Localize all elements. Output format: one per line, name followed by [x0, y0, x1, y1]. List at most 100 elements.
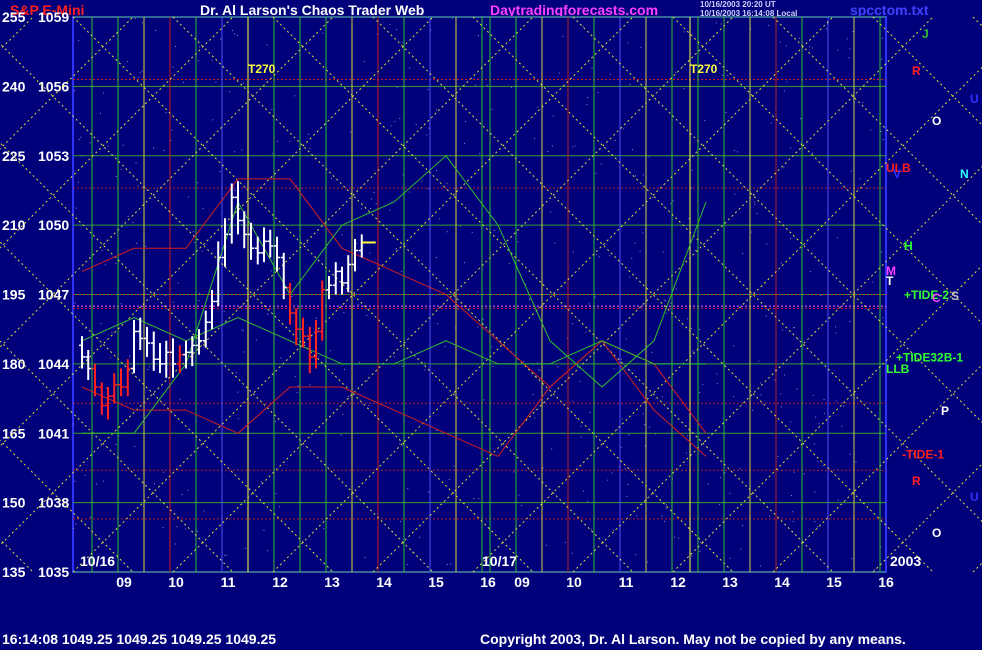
speckle: [460, 225, 462, 227]
speckle: [733, 396, 735, 398]
speckle: [241, 329, 243, 331]
speckle: [437, 323, 439, 325]
speckle: [75, 523, 77, 525]
speckle: [212, 119, 214, 121]
speckle: [664, 300, 666, 302]
quote-readout: 16:14:08 1049.25 1049.25 1049.25 1049.25: [2, 631, 277, 647]
speckle: [792, 511, 794, 513]
speckle: [394, 121, 396, 123]
speckle: [737, 151, 739, 153]
speckle: [777, 455, 779, 457]
speckle: [340, 434, 342, 436]
speckle: [774, 369, 776, 371]
speckle: [368, 404, 370, 406]
speckle: [754, 203, 756, 205]
speckle: [580, 425, 582, 427]
speckle: [835, 332, 837, 334]
speckle: [237, 35, 239, 37]
speckle: [225, 554, 227, 556]
speckle: [197, 60, 199, 62]
speckle: [534, 138, 536, 140]
speckle: [591, 67, 593, 69]
speckle: [799, 37, 801, 39]
speckle: [80, 136, 82, 138]
speckle: [627, 483, 629, 485]
speckle: [562, 35, 564, 37]
speckle: [766, 243, 768, 245]
speckle: [783, 90, 785, 92]
speckle: [401, 41, 403, 43]
speckle: [852, 30, 854, 32]
speckle: [663, 205, 665, 207]
speckle: [426, 134, 428, 136]
speckle: [419, 536, 421, 538]
speckle: [415, 124, 417, 126]
speckle: [424, 369, 426, 371]
speckle: [220, 38, 222, 40]
speckle: [289, 140, 291, 142]
speckle: [658, 102, 660, 104]
speckle: [790, 421, 792, 423]
speckle: [174, 45, 176, 47]
speckle: [355, 242, 357, 244]
price-tick-label: 1038: [38, 495, 69, 511]
speckle: [165, 112, 167, 114]
date-label: 10/16: [80, 553, 115, 569]
speckle: [202, 207, 204, 209]
speckle: [263, 529, 265, 531]
speckle: [74, 90, 76, 92]
speckle: [407, 488, 409, 490]
speckle: [260, 481, 262, 483]
time-tick-label: 13: [324, 574, 340, 590]
speckle: [733, 345, 735, 347]
speckle: [276, 140, 278, 142]
speckle: [564, 541, 566, 543]
speckle: [192, 230, 194, 232]
speckle: [271, 108, 273, 110]
planet-legend-label: P: [941, 404, 949, 418]
speckle: [818, 423, 820, 425]
speckle: [635, 175, 637, 177]
speckle: [136, 242, 138, 244]
speckle: [115, 444, 117, 446]
speckle: [651, 351, 653, 353]
speckle: [780, 406, 782, 408]
speckle: [826, 28, 828, 30]
speckle: [629, 276, 631, 278]
speckle: [598, 256, 600, 258]
date-label: 10/17: [482, 553, 517, 569]
speckle: [742, 252, 744, 254]
speckle: [741, 525, 743, 527]
speckle: [96, 483, 98, 485]
speckle: [859, 178, 861, 180]
speckle: [707, 483, 709, 485]
speckle: [296, 392, 298, 394]
speckle: [129, 355, 131, 357]
speckle: [395, 28, 397, 30]
speckle: [727, 75, 729, 77]
speckle: [366, 314, 368, 316]
speckle: [266, 44, 268, 46]
speckle: [163, 150, 165, 152]
speckle: [439, 218, 441, 220]
planet-legend-label: V: [893, 167, 901, 181]
speckle: [620, 446, 622, 448]
speckle: [421, 180, 423, 182]
speckle: [344, 368, 346, 370]
speckle: [188, 196, 190, 198]
speckle: [444, 346, 446, 348]
speckle: [836, 237, 838, 239]
speckle: [478, 498, 480, 500]
speckle: [691, 187, 693, 189]
speckle: [306, 241, 308, 243]
speckle: [628, 434, 630, 436]
speckle: [835, 400, 837, 402]
speckle: [255, 339, 257, 341]
speckle: [881, 37, 883, 39]
speckle: [172, 66, 174, 68]
time-tick-label: 09: [514, 574, 530, 590]
speckle: [683, 31, 685, 33]
speckle: [760, 565, 762, 567]
speckle: [139, 72, 141, 74]
speckle: [427, 89, 429, 91]
